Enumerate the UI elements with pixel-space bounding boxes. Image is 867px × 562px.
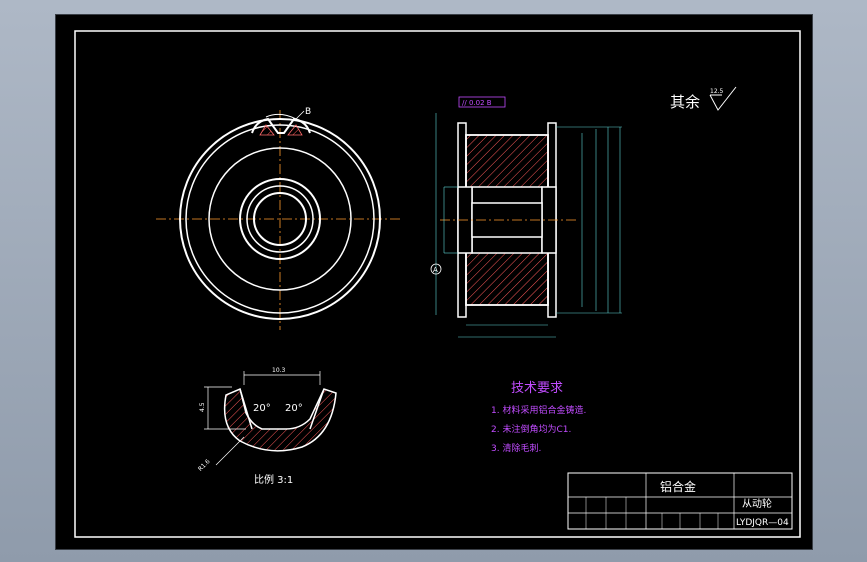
detail-radius-dim: R1.6 (197, 458, 212, 473)
material-cell: 铝合金 (660, 479, 696, 494)
surface-finish-value: 12.5 (710, 88, 724, 95)
drawing-number-cell: LYDJQR—04 (736, 518, 789, 528)
section-view: // 0.02 B A (430, 96, 622, 338)
tech-req-item-2: 2. 未注倒角均为C1. (491, 423, 571, 435)
drawing-canvas: B 10.3 4.5 20° 20° R1.6 比例 3:1 // 0.02 B… (74, 30, 801, 538)
detail-angle-left: 20° (253, 403, 271, 414)
part-name-cell: 从动轮 (742, 497, 772, 510)
detail-depth-dim: 4.5 (199, 402, 206, 412)
tolerance-frame: // 0.02 B (462, 99, 492, 107)
surface-finish-note: 其余 12.5 (670, 86, 737, 111)
detail-angle-right: 20° (285, 403, 303, 414)
title-block: 铝合金 从动轮 LYDJQR—04 (567, 472, 793, 530)
front-view: B (156, 107, 401, 330)
callout-b-label: B (305, 107, 311, 117)
tech-req-item-1: 1. 材料采用铝合金铸造. (491, 404, 586, 416)
surface-finish-label: 其余 (670, 93, 700, 111)
detail-width-dim: 10.3 (272, 367, 286, 374)
tech-req-item-3: 3. 清除毛刺. (491, 442, 541, 454)
detail-view: 10.3 4.5 20° 20° R1.6 比例 3:1 (197, 367, 337, 486)
detail-scale-label: 比例 3:1 (254, 473, 293, 486)
cad-viewport[interactable]: B 10.3 4.5 20° 20° R1.6 比例 3:1 // 0.02 B… (55, 14, 813, 550)
tech-req-title: 技术要求 (511, 381, 563, 396)
tech-requirements: 技术要求 1. 材料采用铝合金铸造. 2. 未注倒角均为C1. 3. 清除毛刺. (491, 381, 586, 454)
datum-a-label: A (433, 266, 438, 274)
